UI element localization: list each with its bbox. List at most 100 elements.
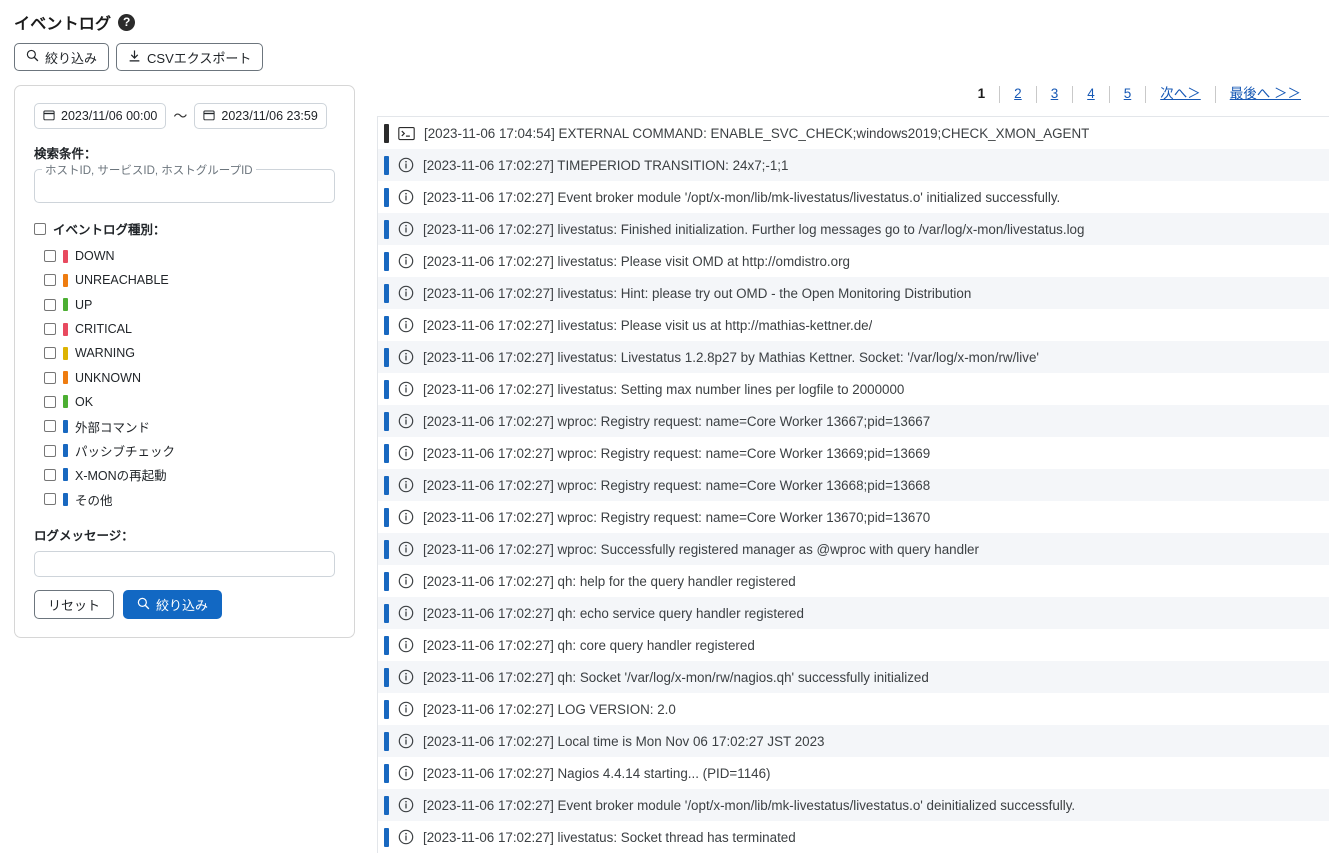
category-checkbox-unknown[interactable] (44, 371, 56, 384)
list-item-label: WARNING (75, 346, 135, 361)
page-header: イベントログ ? 絞り込み CSVエクスポート (0, 0, 1329, 71)
pagination-last[interactable]: 最後へ ＞＞ (1216, 85, 1315, 103)
log-row[interactable]: [2023-11-06 17:02:27] Local time is Mon … (378, 725, 1329, 757)
log-row[interactable]: [2023-11-06 17:02:27] wproc: Registry re… (378, 501, 1329, 533)
severity-bar (384, 763, 389, 783)
log-row[interactable]: [2023-11-06 17:02:27] wproc: Registry re… (378, 405, 1329, 437)
pagination-page-3[interactable]: 3 (1037, 85, 1073, 103)
log-message-label: ログメッセージ： (34, 529, 134, 544)
log-row-message: [2023-11-06 17:02:27] qh: help for the q… (423, 573, 796, 589)
severity-bar (384, 187, 389, 207)
list-item[interactable]: UP (44, 293, 335, 317)
list-item[interactable]: UNKNOWN (44, 365, 335, 389)
csv-export-button-label: CSVエクスポート (147, 50, 252, 66)
log-row-message: [2023-11-06 17:02:27] Nagios 4.4.14 star… (423, 765, 771, 781)
log-row[interactable]: [2023-11-06 17:04:54] EXTERNAL COMMAND: … (378, 117, 1329, 149)
category-checkbox-other[interactable] (44, 493, 56, 506)
date-from-input[interactable]: 2023/11/06 00:00 (34, 103, 167, 129)
log-row-message: [2023-11-06 17:02:27] qh: core query han… (423, 637, 755, 653)
log-row[interactable]: [2023-11-06 17:02:27] wproc: Successfull… (378, 533, 1329, 565)
category-header: イベントログ種別： (34, 219, 335, 238)
info-circle-icon (398, 477, 414, 493)
category-checkbox-up[interactable] (44, 298, 56, 311)
list-item[interactable]: DOWN (44, 244, 335, 268)
category-checkbox-critical[interactable] (44, 323, 56, 336)
csv-export-button[interactable]: CSVエクスポート (116, 43, 264, 71)
pagination-page-2[interactable]: 2 (1000, 85, 1036, 103)
log-row-message: [2023-11-06 17:02:27] livestatus: Socket… (423, 829, 796, 845)
host-id-input[interactable] (35, 170, 334, 202)
list-item[interactable]: CRITICAL (44, 317, 335, 341)
category-checkbox-ok[interactable] (44, 395, 56, 408)
list-item[interactable]: OK (44, 390, 335, 414)
category-checkbox-external-command[interactable] (44, 420, 56, 433)
severity-bar (384, 507, 389, 527)
info-circle-icon (398, 253, 414, 269)
category-checkbox-passive-check[interactable] (44, 444, 56, 457)
list-item[interactable]: パッシブチェック (44, 438, 335, 462)
host-id-field[interactable]: ホストID, サービスID, ホストグループID (34, 162, 335, 203)
log-row[interactable]: [2023-11-06 17:02:27] qh: help for the q… (378, 565, 1329, 597)
severity-bar (384, 347, 389, 367)
log-row[interactable]: [2023-11-06 17:02:27] Event broker modul… (378, 789, 1329, 821)
log-row-message: [2023-11-06 17:02:27] qh: Socket '/var/l… (423, 669, 929, 685)
help-circle-icon[interactable]: ? (118, 13, 136, 31)
info-circle-icon (398, 701, 414, 717)
log-row[interactable]: [2023-11-06 17:02:27] LOG VERSION: 2.0 (378, 693, 1329, 725)
date-to-input[interactable]: 2023/11/06 23:59 (194, 103, 327, 129)
severity-bar (384, 219, 389, 239)
apply-filter-button[interactable]: 絞り込み (123, 590, 223, 620)
severity-bar (384, 539, 389, 559)
status-color-swatch (63, 371, 68, 385)
list-item[interactable]: UNREACHABLE (44, 268, 335, 292)
severity-bar (384, 475, 389, 495)
category-checkbox-xmon-restart[interactable] (44, 468, 56, 481)
log-message-input[interactable] (34, 551, 335, 578)
log-row[interactable]: [2023-11-06 17:02:27] TIMEPERIOD TRANSIT… (378, 149, 1329, 181)
category-select-all-checkbox[interactable] (34, 222, 46, 235)
log-row[interactable]: [2023-11-06 17:02:27] livestatus: Hint: … (378, 277, 1329, 309)
log-row[interactable]: [2023-11-06 17:02:27] wproc: Registry re… (378, 437, 1329, 469)
log-row-message: [2023-11-06 17:02:27] Event broker modul… (423, 189, 1061, 205)
pagination-page-4[interactable]: 4 (1073, 85, 1109, 103)
log-row-message: [2023-11-06 17:02:27] LOG VERSION: 2.0 (423, 701, 676, 717)
log-row[interactable]: [2023-11-06 17:02:27] Nagios 4.4.14 star… (378, 757, 1329, 789)
category-checkbox-warning[interactable] (44, 347, 56, 360)
list-item[interactable]: X-MONの再起動 (44, 463, 335, 487)
reset-button[interactable]: リセット (34, 590, 115, 620)
status-color-swatch (63, 249, 68, 263)
info-circle-icon (398, 509, 414, 525)
filter-button[interactable]: 絞り込み (14, 43, 110, 71)
date-to-value: 2023/11/06 23:59 (221, 109, 318, 123)
info-circle-icon (398, 189, 414, 205)
pagination-page-1: 1 (977, 86, 986, 101)
info-circle-icon (398, 157, 414, 173)
pagination-page-5[interactable]: 5 (1110, 85, 1146, 103)
info-circle-icon (398, 733, 414, 749)
info-circle-icon (398, 221, 414, 237)
list-item[interactable]: その他 (44, 487, 335, 511)
category-checkbox-unreachable[interactable] (44, 274, 56, 287)
log-row[interactable]: [2023-11-06 17:02:27] qh: core query han… (378, 629, 1329, 661)
log-row[interactable]: [2023-11-06 17:02:27] livestatus: Please… (378, 309, 1329, 341)
log-row-message: [2023-11-06 17:02:27] Event broker modul… (423, 797, 1076, 813)
log-row[interactable]: [2023-11-06 17:02:27] livestatus: Socket… (378, 821, 1329, 853)
date-range-row: 2023/11/06 00:00 ～ 2023/11/06 23:59 (34, 103, 335, 129)
list-item-label: X-MONの再起動 (75, 469, 167, 484)
log-row[interactable]: [2023-11-06 17:02:27] livestatus: Finish… (378, 213, 1329, 245)
log-row[interactable]: [2023-11-06 17:02:27] qh: echo service q… (378, 597, 1329, 629)
log-row-message: [2023-11-06 17:02:27] TIMEPERIOD TRANSIT… (423, 157, 789, 173)
log-row[interactable]: [2023-11-06 17:02:27] livestatus: Livest… (378, 341, 1329, 373)
log-row[interactable]: [2023-11-06 17:02:27] qh: Socket '/var/l… (378, 661, 1329, 693)
log-row[interactable]: [2023-11-06 17:02:27] wproc: Registry re… (378, 469, 1329, 501)
log-row[interactable]: [2023-11-06 17:02:27] livestatus: Settin… (378, 373, 1329, 405)
severity-bar (384, 699, 389, 719)
list-item[interactable]: WARNING (44, 341, 335, 365)
log-row[interactable]: [2023-11-06 17:02:27] Event broker modul… (378, 181, 1329, 213)
log-row-message: [2023-11-06 17:02:27] Local time is Mon … (423, 733, 825, 749)
download-icon (128, 49, 141, 66)
log-row[interactable]: [2023-11-06 17:02:27] livestatus: Please… (378, 245, 1329, 277)
pagination-next[interactable]: 次へ＞ (1146, 85, 1215, 103)
list-item[interactable]: 外部コマンド (44, 414, 335, 438)
category-checkbox-down[interactable] (44, 250, 56, 263)
